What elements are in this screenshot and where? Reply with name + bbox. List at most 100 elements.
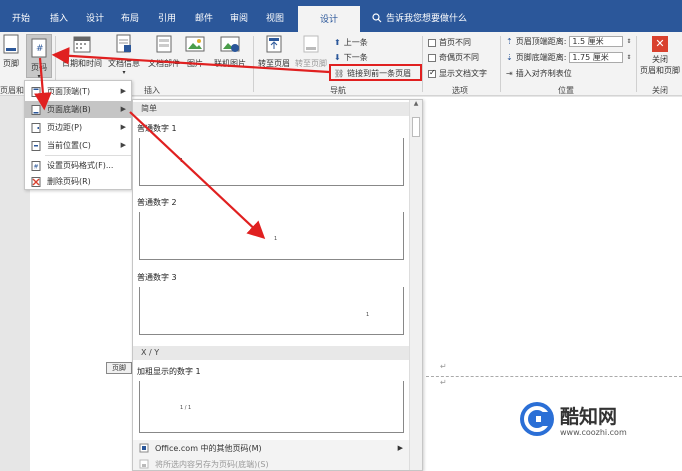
page-number-button-label: 页码 xyxy=(31,63,47,72)
more-page-numbers-label: Office.com 中的其他页码(M) xyxy=(155,443,262,453)
search-icon xyxy=(372,12,382,22)
footer-icon xyxy=(3,34,19,54)
picture-button[interactable]: 图片 xyxy=(184,34,206,69)
document-info-icon xyxy=(116,34,131,53)
group-label-close: 关闭 xyxy=(652,86,668,95)
save-selection-as-page-number[interactable]: 将所选内容另存为页码(底端)(S) xyxy=(133,456,409,470)
watermark: 酷知网 www.coozhi.com xyxy=(520,398,682,471)
ribbon-tab-bar: 开始 插入 设计 布局 引用 邮件 审阅 视图 设计 告诉我您想要做什么 xyxy=(0,0,682,32)
tab-header-footer-design[interactable]: 设计 xyxy=(298,6,360,32)
scroll-up-icon[interactable]: ▲ xyxy=(410,100,422,107)
coozhi-logo-icon xyxy=(520,402,554,436)
close-header-footer-button[interactable]: ✕ 关闭 页眉和页脚 xyxy=(638,36,682,76)
doc-parts-label: 文档部件 xyxy=(148,59,180,68)
tab-references[interactable]: 引用 xyxy=(158,11,176,24)
page-top-icon xyxy=(31,86,41,97)
gallery-sample-number: 1 xyxy=(366,312,370,318)
menu-item-bottom-of-page[interactable]: 页面底端(B) ▶ xyxy=(25,101,131,118)
chevron-down-icon: ▾ xyxy=(37,73,41,80)
doc-info-button[interactable]: 文档信息 ▾ xyxy=(104,34,144,76)
page-number-menu: 页面顶端(T) ▶ 页面底端(B) ▶ 页边距(P) ▶ 当前位置(C) ▶ #… xyxy=(24,80,132,190)
svg-text:#: # xyxy=(36,44,44,54)
chevron-right-icon: ▶ xyxy=(120,105,126,113)
tab-layout[interactable]: 布局 xyxy=(121,11,139,24)
page-margins-icon xyxy=(31,122,41,133)
gallery-item-plain-number-2[interactable]: 1 xyxy=(139,212,404,260)
align-tab-icon: ⇥ xyxy=(506,69,513,78)
previous-label: 上一条 xyxy=(343,38,368,47)
page-bottom-icon xyxy=(31,104,41,115)
office-icon xyxy=(139,443,149,453)
footer-boundary-line xyxy=(426,376,682,377)
checkbox-box xyxy=(428,53,436,62)
quick-parts-icon xyxy=(156,35,172,53)
menu-item-remove-page-numbers[interactable]: 删除页码(R) xyxy=(25,173,131,190)
menu-item-top-of-page[interactable]: 页面顶端(T) ▶ xyxy=(25,83,131,100)
diff-first-page-checkbox[interactable]: 首页不同 xyxy=(428,37,471,48)
paragraph-mark: ↵ xyxy=(440,378,447,387)
next-button[interactable]: ⬇ 下一条 xyxy=(334,52,368,63)
previous-button[interactable]: ⬆ 上一条 xyxy=(334,37,368,48)
group-label-options: 选项 xyxy=(452,86,468,95)
diff-odd-even-checkbox[interactable]: 奇偶页不同 xyxy=(428,52,479,63)
insert-align-tab-button[interactable]: ⇥ 插入对齐制表位 xyxy=(506,68,572,79)
save-gallery-icon xyxy=(139,459,149,469)
scrollbar-thumb[interactable] xyxy=(412,117,420,137)
footer-bottom-label: 页脚底端距离: xyxy=(515,53,567,62)
spinner-icon[interactable]: ⇕ xyxy=(626,54,631,61)
chevron-right-icon: ▶ xyxy=(120,141,126,149)
menu-item-label: 当前位置(C) xyxy=(47,141,91,150)
tab-home[interactable]: 开始 xyxy=(12,11,30,24)
picture-icon xyxy=(185,36,205,52)
gallery-item-plain-number-1[interactable]: 1 xyxy=(139,138,404,186)
date-time-button[interactable]: 日期和时间 xyxy=(60,34,104,69)
spinner-icon[interactable]: ⇕ xyxy=(626,38,631,45)
gallery-item-name: 普通数字 2 xyxy=(137,198,177,207)
page-number-button[interactable]: # 页码 ▾ xyxy=(26,34,52,80)
tab-view[interactable]: 视图 xyxy=(266,11,284,24)
close-label-line1: 关闭 xyxy=(652,55,668,64)
goto-header-button[interactable]: 转至页眉 xyxy=(256,34,292,69)
more-page-numbers-office[interactable]: Office.com 中的其他页码(M) ▶ xyxy=(133,440,409,456)
footer-button[interactable]: 页脚 xyxy=(0,34,22,69)
next-label: 下一条 xyxy=(343,53,368,62)
gallery-sample-number: 1 xyxy=(180,158,184,164)
watermark-url: www.coozhi.com xyxy=(560,428,627,437)
calendar-icon xyxy=(73,36,91,53)
gallery-item-bold-number-1[interactable]: 1 / 1 xyxy=(139,381,404,433)
gallery-item-name: 普通数字 1 xyxy=(137,124,177,133)
date-time-label: 日期和时间 xyxy=(62,59,102,68)
gallery-sample-number: 1 xyxy=(274,236,278,242)
menu-item-label: 页面顶端(T) xyxy=(47,87,91,96)
menu-item-label: 删除页码(R) xyxy=(47,177,91,186)
picture-label: 图片 xyxy=(187,59,203,68)
menu-item-current-position[interactable]: 当前位置(C) ▶ xyxy=(25,137,131,154)
menu-item-page-margins[interactable]: 页边距(P) ▶ xyxy=(25,119,131,136)
doc-parts-button[interactable]: 文档部件 xyxy=(146,34,182,69)
goto-footer-button[interactable]: 转至页脚 xyxy=(293,34,329,69)
header-top-input[interactable]: 1.5 厘米 xyxy=(569,36,624,47)
tell-me-text: 告诉我您想要做什么 xyxy=(386,14,468,24)
footer-bottom-input[interactable]: 1.75 厘米 xyxy=(569,52,624,63)
group-separator xyxy=(253,36,254,92)
tab-review[interactable]: 审阅 xyxy=(230,11,248,24)
menu-item-label: 设置页码格式(F)... xyxy=(47,161,114,170)
show-doc-text-checkbox[interactable]: 显示文档文字 xyxy=(428,68,487,79)
menu-item-label: 页面底端(B) xyxy=(47,105,91,114)
current-position-icon xyxy=(31,140,41,151)
group-label-navigation: 导航 xyxy=(330,86,346,95)
gallery-item-plain-number-3[interactable]: 1 xyxy=(139,287,404,335)
gallery-scrollbar[interactable]: ▲ xyxy=(409,100,422,470)
footer-distance-icon: ⇣ xyxy=(506,53,513,62)
tab-mailings[interactable]: 邮件 xyxy=(195,11,213,24)
tell-me-search[interactable]: 告诉我您想要做什么 xyxy=(372,11,467,24)
online-pictures-button[interactable]: 联机图片 xyxy=(210,34,250,69)
group-label-insert: 插入 xyxy=(144,86,160,95)
tab-design[interactable]: 设计 xyxy=(86,11,104,24)
gallery-section-header: X / Y xyxy=(133,346,409,360)
menu-item-format-page-numbers[interactable]: # 设置页码格式(F)... xyxy=(25,157,131,174)
group-label-position: 位置 xyxy=(558,86,574,95)
save-selection-label: 将所选内容另存为页码(底端)(S) xyxy=(155,459,269,469)
tab-insert[interactable]: 插入 xyxy=(50,11,68,24)
chevron-right-icon: ▶ xyxy=(120,123,126,131)
